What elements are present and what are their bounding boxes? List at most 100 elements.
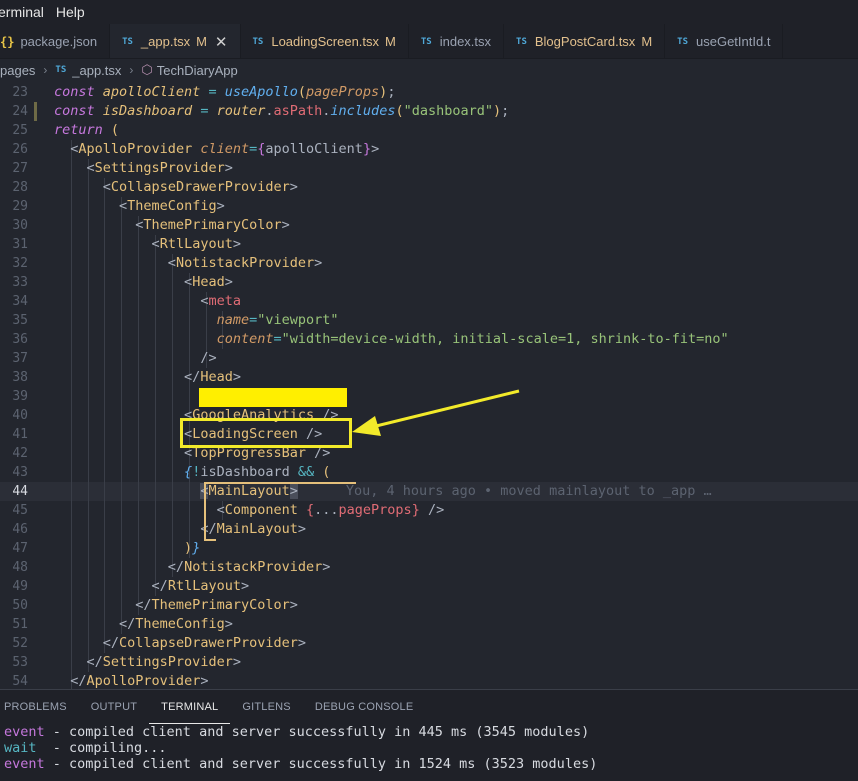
code-line: 42 <TopProgressBar /> [0,444,858,463]
tab-debug-console[interactable]: DEBUG CONSOLE [303,690,426,724]
line-number: 43 [12,465,28,480]
line-number: 53 [12,655,28,670]
code-line: 27 <SettingsProvider> [0,159,858,178]
tab-loadingscreen-tsx[interactable]: TS LoadingScreen.tsx M [241,24,409,58]
line-number: 46 [12,522,28,537]
code-text: const isDashboard = router.asPath.includ… [54,103,510,119]
line-number: 45 [12,503,28,518]
line-number: 51 [12,617,28,632]
line-number: 38 [12,370,28,385]
line-number: 36 [12,332,28,347]
tab-usegetintid[interactable]: TS useGetIntId.t [665,24,784,58]
code-line: 34 <meta [0,292,858,311]
line-number: 26 [12,142,28,157]
line-number: 54 [12,674,28,689]
code-token: router [216,103,266,119]
symbol-cube-icon: ⬡ [141,62,153,77]
line-number: 47 [12,541,28,556]
line-number: 49 [12,579,28,594]
terminal-output[interactable]: event - compiled client and server succe… [0,724,858,772]
code-line: 45 <Component {...pageProps} /> [0,501,858,520]
tab-label: index.tsx [439,34,492,49]
code-line: 24 const isDashboard = router.asPath.incl… [0,102,858,121]
line-number: 31 [12,237,28,252]
terminal-kind: event [4,756,45,772]
breadcrumb-symbol[interactable]: TechDiaryApp [157,63,238,78]
line-number: 41 [12,427,28,442]
line-number: 44 [12,484,28,499]
tab-terminal[interactable]: TERMINAL [149,690,231,724]
terminal-text: - compiled client and server successfull… [44,724,590,740]
code-line: 30 <ThemePrimaryColor> [0,216,858,235]
tab-label: useGetIntId.t [696,34,771,49]
menu-terminal[interactable]: erminal [0,4,44,20]
tab-gitlens[interactable]: GITLENS [230,690,302,724]
terminal-line: event - compiled client and server succe… [4,724,858,740]
code-line: 53 </SettingsProvider> [0,653,858,672]
line-number: 32 [12,256,28,271]
code-line: 37 /> [0,349,858,368]
tab-blogpostcard-tsx[interactable]: TS BlogPostCard.tsx M [504,24,666,58]
tab-label: _app.tsx [140,34,191,49]
typescript-icon: TS [420,36,432,47]
code-text: const apolloClient = useApollo(pageProps… [54,84,396,100]
code-token: apolloClient [102,84,201,100]
git-blame-annotation: You, 4 hours ago • moved mainlayout to _… [345,483,712,499]
code-line: 38 </Head> [0,368,858,387]
code-line: 43 {!isDashboard && ( [0,463,858,482]
code-token: includes [330,103,396,119]
close-icon[interactable]: ✕ [215,33,228,51]
code-line: 25 return ( [0,121,858,140]
tab-label: package.json [20,34,98,49]
tab-package-json[interactable]: {} package.json [0,24,111,58]
terminal-line: event - compiled client and server succe… [4,756,858,772]
bracket-scope-guide [204,539,216,541]
line-number: 34 [12,294,28,309]
code-line: 50 </ThemePrimaryColor> [0,596,858,615]
code-line: 48 </NotistackProvider> [0,558,858,577]
modified-badge: M [385,34,396,49]
code-line: 54 </ApolloProvider> [0,672,858,689]
code-token: asPath [273,103,323,119]
line-number: 30 [12,218,28,233]
code-line: 46 </MainLayout> [0,520,858,539]
code-line: 32 <NotistackProvider> [0,254,858,273]
line-number: 33 [12,275,28,290]
tab-output[interactable]: OUTPUT [79,690,149,724]
breadcrumb-file[interactable]: _app.tsx [72,63,121,78]
terminal-text: - compiling... [36,740,167,756]
line-number: 25 [12,123,28,138]
json-braces-icon: {} [0,34,15,49]
line-number: 35 [12,313,28,328]
menu-help[interactable]: Help [56,4,85,20]
modified-badge: M [641,34,653,49]
code-line: 47 )} [0,539,858,558]
code-line: 40 <GoogleAnalytics /> [0,406,858,425]
line-number: 52 [12,636,28,651]
terminal-text: - compiled client and server successfull… [44,756,598,772]
bracket-scope-guide [204,482,206,539]
line-number: 42 [12,446,28,461]
terminal-kind: wait [4,740,37,756]
tab-problems[interactable]: PROBLEMS [0,690,79,724]
chevron-right-icon: › [129,63,134,77]
breadcrumb: pages › TS _app.tsx › ⬡ TechDiaryApp [0,59,858,81]
code-line: 39 [0,387,858,406]
panel-tabs: PROBLEMS OUTPUT TERMINAL GITLENS DEBUG C… [0,690,858,724]
code-token: "dashboard" [403,103,493,119]
code-line: 49 </RtlLayout> [0,577,858,596]
code-token: isDashboard [102,103,193,119]
tab-index-tsx[interactable]: TS index.tsx [409,24,505,58]
line-number: 24 [12,104,28,119]
editor-tab-bar: {} package.json TS _app.tsx M ✕ TS Loadi… [0,24,858,59]
code-token: useApollo [224,84,298,100]
tab-label: LoadingScreen.tsx [271,34,380,49]
breadcrumb-folder[interactable]: pages [0,63,35,78]
code-line: 51 </ThemeConfig> [0,615,858,634]
code-editor[interactable]: 23 const apolloClient = useApollo(pagePro… [0,83,858,689]
tab-app-tsx[interactable]: TS _app.tsx M ✕ [110,24,241,58]
line-number: 28 [12,180,28,195]
modified-badge: M [196,34,207,49]
code-line: 31 <RtlLayout> [0,235,858,254]
git-modified-marker [34,102,37,121]
